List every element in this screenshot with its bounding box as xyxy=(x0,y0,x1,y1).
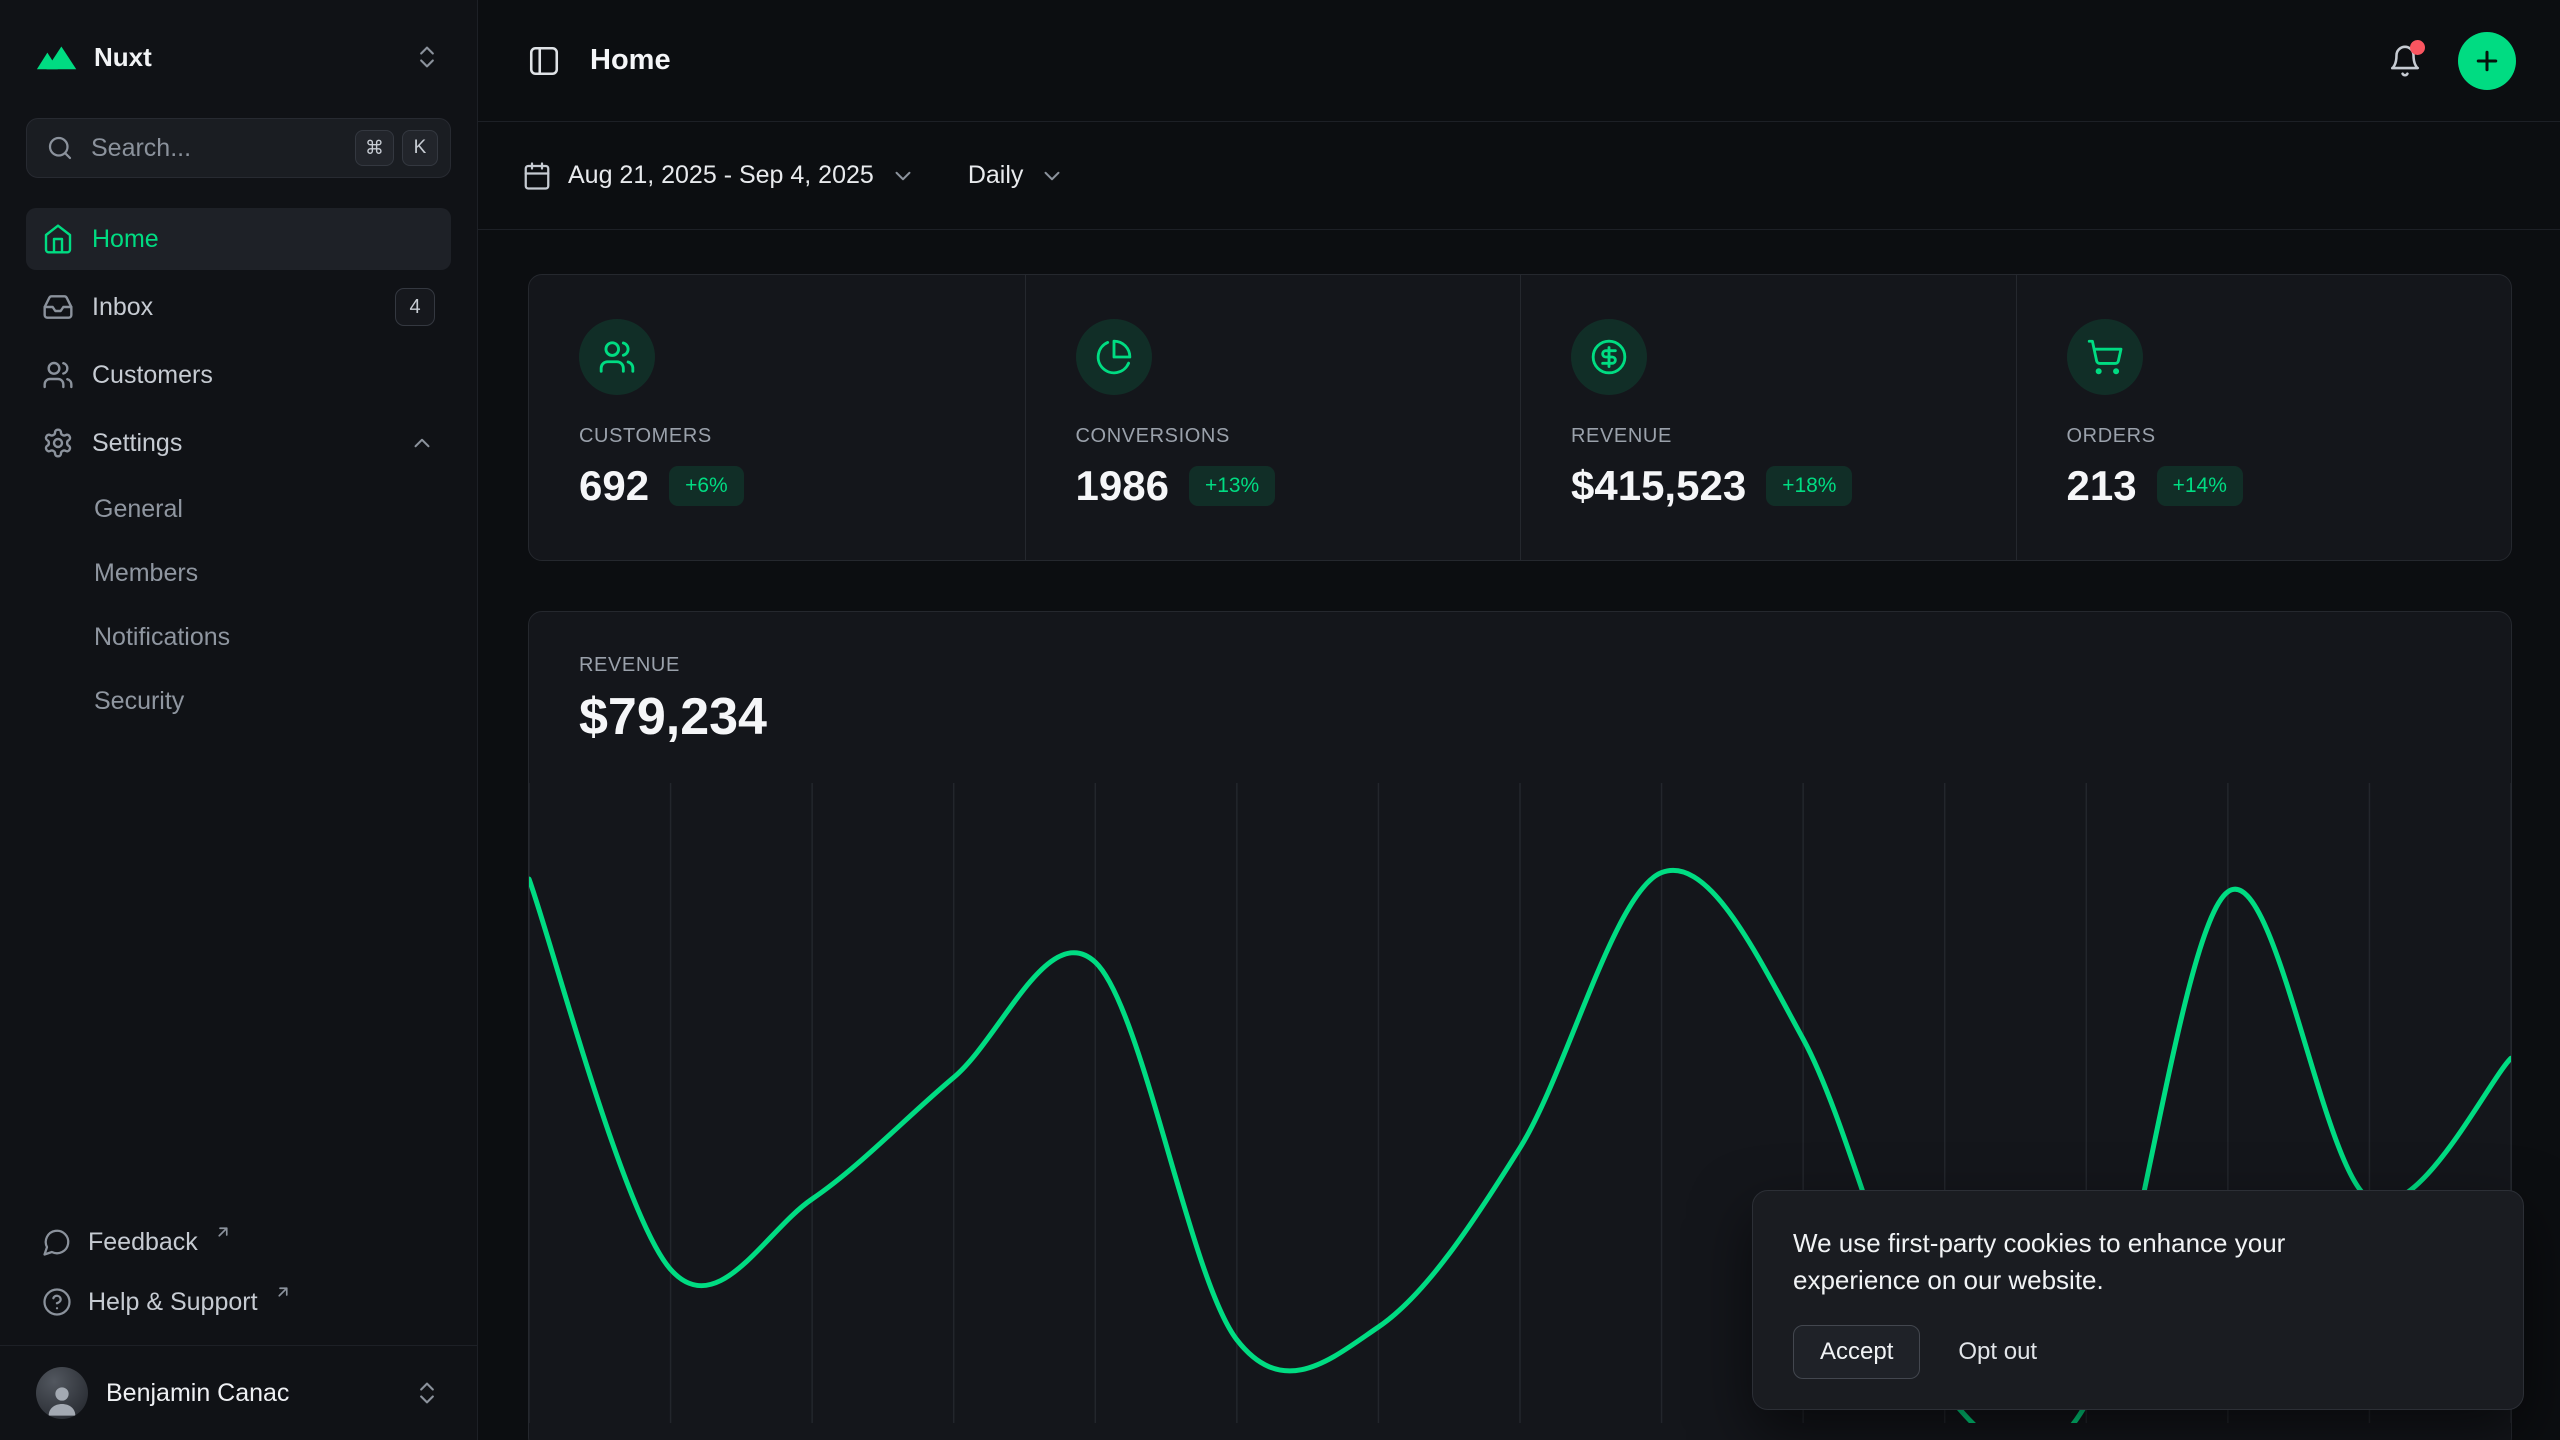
sidebar: Nuxt Search... ⌘ K Home Inbox 4 xyxy=(0,0,478,1440)
interval-label: Daily xyxy=(968,161,1024,190)
new-item-button[interactable] xyxy=(2458,32,2516,90)
help-circle-icon xyxy=(42,1287,72,1317)
stats-grid: CUSTOMERS 692 +6% CONVERSIONS 1986 +13% xyxy=(528,274,2512,561)
sidebar-subitem-general[interactable]: General xyxy=(26,480,451,538)
cookie-actions: Accept Opt out xyxy=(1793,1325,2483,1379)
accept-cookies-button[interactable]: Accept xyxy=(1793,1325,1920,1379)
calendar-icon xyxy=(522,161,552,191)
sidebar-item-customers[interactable]: Customers xyxy=(26,344,451,406)
help-support-link[interactable]: Help & Support xyxy=(26,1273,451,1331)
sidebar-toggle-button[interactable] xyxy=(522,39,566,83)
external-link-icon xyxy=(274,1283,292,1301)
kbd-k: K xyxy=(402,130,438,166)
sidebar-item-inbox[interactable]: Inbox 4 xyxy=(26,276,451,338)
stat-card-conversions[interactable]: CONVERSIONS 1986 +13% xyxy=(1025,275,1521,560)
inbox-count-badge: 4 xyxy=(395,288,435,326)
chevron-up-icon xyxy=(409,430,435,456)
pie-chart-icon xyxy=(1076,319,1152,395)
stat-delta-badge: +18% xyxy=(1766,466,1852,506)
date-range-label: Aug 21, 2025 - Sep 4, 2025 xyxy=(568,161,874,190)
stat-card-orders[interactable]: ORDERS 213 +14% xyxy=(2016,275,2512,560)
home-icon xyxy=(42,223,74,255)
main-header: Home xyxy=(478,0,2560,122)
stat-card-customers[interactable]: CUSTOMERS 692 +6% xyxy=(529,275,1025,560)
plus-icon xyxy=(2472,46,2502,76)
panel-left-icon xyxy=(527,44,561,78)
sidebar-spacer xyxy=(0,730,477,1213)
sidebar-item-settings[interactable]: Settings xyxy=(26,412,451,474)
sidebar-footer: Feedback Help & Support xyxy=(0,1213,477,1345)
revenue-card-label: REVENUE xyxy=(579,654,2461,677)
app-root: Nuxt Search... ⌘ K Home Inbox 4 xyxy=(0,0,2560,1440)
avatar xyxy=(36,1367,88,1419)
sidebar-top: Nuxt Search... ⌘ K xyxy=(0,0,477,178)
search-kbd-group: ⌘ K xyxy=(355,130,438,166)
stat-card-revenue[interactable]: REVENUE $415,523 +18% xyxy=(1520,275,2016,560)
team-name: Nuxt xyxy=(94,42,152,73)
stat-value: 1986 xyxy=(1076,462,1169,510)
cookie-message: We use first-party cookies to enhance yo… xyxy=(1793,1225,2393,1299)
user-name: Benjamin Canac xyxy=(106,1379,289,1408)
header-actions xyxy=(2382,32,2516,90)
stat-label: ORDERS xyxy=(2067,425,2462,448)
cookie-banner: We use first-party cookies to enhance yo… xyxy=(1752,1190,2524,1410)
stat-delta-badge: +13% xyxy=(1189,466,1275,506)
chevron-down-icon xyxy=(1039,163,1065,189)
page-title: Home xyxy=(590,44,671,77)
users-icon xyxy=(42,359,74,391)
sidebar-item-home[interactable]: Home xyxy=(26,208,451,270)
users-icon xyxy=(579,319,655,395)
search-placeholder: Search... xyxy=(91,134,191,163)
stat-value: 213 xyxy=(2067,462,2137,510)
stat-label: REVENUE xyxy=(1571,425,1966,448)
sidebar-subitem-security[interactable]: Security xyxy=(26,672,451,730)
search-icon xyxy=(45,133,75,163)
team-switcher[interactable]: Nuxt xyxy=(26,24,451,90)
inbox-icon xyxy=(42,291,74,323)
gear-icon xyxy=(42,427,74,459)
stat-delta-badge: +6% xyxy=(669,466,744,506)
stat-value: $415,523 xyxy=(1571,462,1746,510)
sidebar-item-label: Home xyxy=(92,225,159,254)
notifications-button[interactable] xyxy=(2382,38,2428,84)
sidebar-item-label: Settings xyxy=(92,429,182,458)
external-link-icon xyxy=(214,1223,232,1241)
stat-delta-badge: +14% xyxy=(2157,466,2243,506)
sidebar-item-label: Inbox xyxy=(92,293,153,322)
stat-value: 692 xyxy=(579,462,649,510)
date-range-picker[interactable]: Aug 21, 2025 - Sep 4, 2025 xyxy=(522,161,916,191)
filter-toolbar: Aug 21, 2025 - Sep 4, 2025 Daily xyxy=(478,122,2560,230)
stat-label: CUSTOMERS xyxy=(579,425,975,448)
feedback-link[interactable]: Feedback xyxy=(26,1213,451,1271)
nuxt-logo-icon xyxy=(36,42,78,72)
revenue-card-header: REVENUE $79,234 xyxy=(529,612,2511,747)
sidebar-subitem-members[interactable]: Members xyxy=(26,544,451,602)
kbd-meta: ⌘ xyxy=(355,130,394,166)
sidebar-subitem-notifications[interactable]: Notifications xyxy=(26,608,451,666)
sidebar-nav: Home Inbox 4 Customers Settings General … xyxy=(0,178,477,730)
optout-cookies-button[interactable]: Opt out xyxy=(1958,1338,2037,1366)
revenue-card-value: $79,234 xyxy=(579,687,2461,747)
stat-label: CONVERSIONS xyxy=(1076,425,1471,448)
footer-link-label: Feedback xyxy=(88,1228,198,1257)
chevron-updown-icon xyxy=(413,1379,441,1407)
notification-dot xyxy=(2410,40,2425,55)
sidebar-item-label: Customers xyxy=(92,361,213,390)
footer-link-label: Help & Support xyxy=(88,1288,258,1317)
user-section: Benjamin Canac xyxy=(0,1345,477,1440)
user-menu[interactable]: Benjamin Canac xyxy=(26,1360,451,1426)
chevron-down-icon xyxy=(890,163,916,189)
message-bubble-icon xyxy=(42,1227,72,1257)
chevron-updown-icon xyxy=(413,43,441,71)
search-input[interactable]: Search... ⌘ K xyxy=(26,118,451,178)
shopping-cart-icon xyxy=(2067,319,2143,395)
interval-select[interactable]: Daily xyxy=(968,161,1066,190)
dollar-circle-icon xyxy=(1571,319,1647,395)
